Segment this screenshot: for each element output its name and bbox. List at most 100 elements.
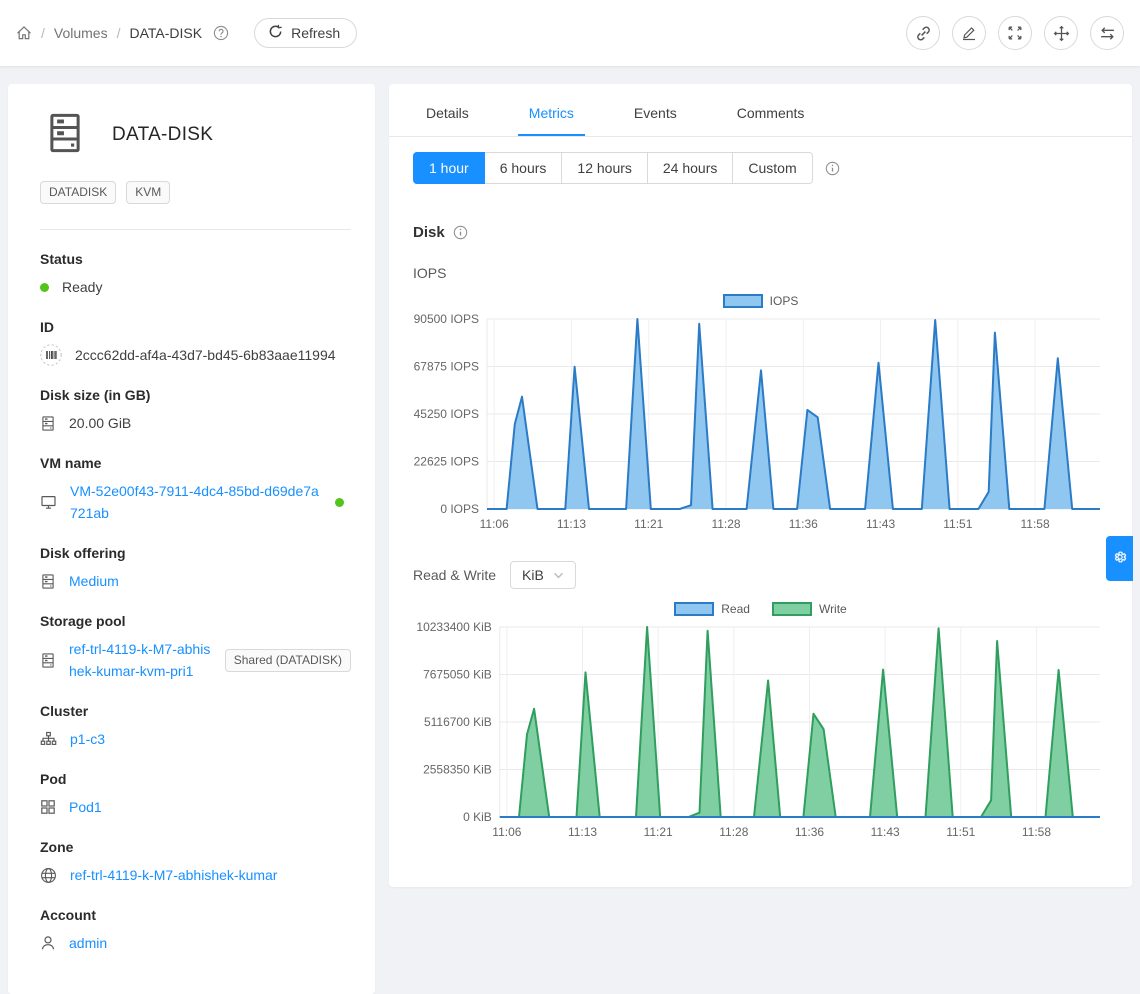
svg-text:0 KiB: 0 KiB	[463, 810, 492, 824]
grid-icon	[40, 799, 56, 815]
swap-icon	[1099, 25, 1116, 42]
info-section-zone: Zoneref-trl-4119-k-M7-abhishek-kumar	[40, 839, 351, 886]
time-range-24-hours[interactable]: 24 hours	[647, 152, 733, 184]
svg-text:11:13: 11:13	[568, 825, 597, 839]
time-range-1-hour[interactable]: 1 hour	[413, 152, 485, 184]
tab-details[interactable]: Details	[415, 90, 480, 136]
swap-action-button[interactable]	[1090, 16, 1124, 50]
legend-label: Read	[721, 602, 750, 616]
svg-text:67875 IOPS: 67875 IOPS	[414, 360, 479, 374]
charts-container: IOPSIOPS0 IOPS22625 IOPS45250 IOPS67875 …	[413, 265, 1108, 845]
svg-text:45250 IOPS: 45250 IOPS	[414, 407, 479, 421]
database-icon	[40, 652, 56, 669]
info-section-cluster: Clusterp1-c3	[40, 703, 351, 750]
account-value[interactable]: admin	[69, 932, 107, 954]
question-circle-icon[interactable]	[213, 25, 229, 41]
read-write-chart: 0 KiB2558350 KiB5116700 KiB7675050 KiB10…	[413, 621, 1108, 845]
info-value-row: VM-52e00f43-7911-4dc4-85bd-d69de7a721ab	[40, 480, 351, 524]
read-write-chart-header: Read & WriteKiB	[413, 561, 1108, 589]
legend-item-read[interactable]: Read	[674, 602, 750, 616]
status-value: Ready	[62, 276, 102, 298]
refresh-button[interactable]: Refresh	[254, 18, 357, 48]
breadcrumb-separator: /	[117, 25, 121, 41]
info-value-row: admin	[40, 932, 351, 954]
disk-offering-value[interactable]: Medium	[69, 570, 119, 592]
info-label: Disk offering	[40, 545, 351, 561]
vm-name-value[interactable]: VM-52e00f43-7911-4dc4-85bd-d69de7a721ab	[70, 480, 322, 524]
unit-select[interactable]: KiB	[510, 561, 576, 589]
gear-icon	[1112, 549, 1128, 568]
database-icon	[40, 573, 56, 590]
legend-swatch	[674, 602, 714, 616]
read-write-legend: Read Write	[413, 602, 1108, 616]
svg-text:11:21: 11:21	[634, 517, 663, 531]
zone-value[interactable]: ref-trl-4119-k-M7-abhishek-kumar	[70, 864, 277, 886]
detail-panel: Details Metrics Events Comments 1 hour6 hou…	[389, 84, 1132, 887]
refresh-label: Refresh	[291, 25, 340, 41]
volume-title-row: DATA-DISK	[40, 110, 351, 159]
legend-item-write[interactable]: Write	[772, 602, 847, 616]
info-section-account: Accountadmin	[40, 907, 351, 954]
storage-pool-scope-tag: Shared (DATADISK)	[225, 649, 351, 672]
pod-value[interactable]: Pod1	[69, 796, 102, 818]
read-write-chart-block: Read & WriteKiB Read Write 0 KiB2558350 KiB…	[413, 561, 1108, 845]
globe-icon	[40, 867, 57, 884]
cluster-value[interactable]: p1-c3	[70, 728, 105, 750]
info-label: Disk size (in GB)	[40, 387, 351, 403]
info-circle-icon[interactable]	[453, 225, 468, 240]
volume-actions	[906, 16, 1124, 50]
time-range-12-hours[interactable]: 12 hours	[561, 152, 647, 184]
vm-status-dot	[335, 498, 344, 507]
tab-metrics[interactable]: Metrics	[518, 90, 585, 136]
tab-events[interactable]: Events	[623, 90, 688, 136]
svg-text:22625 IOPS: 22625 IOPS	[414, 455, 479, 469]
time-range-6-hours[interactable]: 6 hours	[484, 152, 563, 184]
expand-action-button[interactable]	[998, 16, 1032, 50]
info-section-id: ID2ccc62dd-af4a-43d7-bd45-6b83aae11994	[40, 319, 351, 366]
time-range-control: 1 hour6 hours12 hours24 hoursCustom	[413, 152, 1108, 184]
chevron-down-icon	[553, 570, 564, 581]
expand-icon	[1007, 25, 1023, 41]
move-action-button[interactable]	[1044, 16, 1078, 50]
legend-item-iops[interactable]: IOPS	[723, 294, 799, 308]
svg-text:11:43: 11:43	[866, 517, 895, 531]
tab-bar: Details Metrics Events Comments	[389, 84, 1132, 137]
storage-pool-value[interactable]: ref-trl-4119-k-M7-abhishek-kumar-kvm-pri…	[69, 638, 211, 682]
iops-chart-block: IOPSIOPS0 IOPS22625 IOPS45250 IOPS67875 …	[413, 265, 1108, 537]
page-title: DATA-DISK	[112, 124, 213, 146]
settings-flyout-button[interactable]	[1106, 536, 1133, 581]
time-range-custom[interactable]: Custom	[732, 152, 812, 184]
breadcrumb-current: DATA-DISK	[129, 25, 202, 41]
legend-swatch	[723, 294, 763, 308]
info-section-vm-name: VM nameVM-52e00f43-7911-4dc4-85bd-d69de7…	[40, 455, 351, 524]
disk-size-value: 20.00 GiB	[69, 412, 131, 434]
desktop-icon	[40, 494, 57, 510]
edit-icon	[961, 25, 977, 41]
cluster-icon	[40, 731, 57, 748]
tab-comments[interactable]: Comments	[726, 90, 816, 136]
svg-text:11:43: 11:43	[871, 825, 900, 839]
page-body: DATA-DISK DATADISKKVM StatusReadyID2ccc6…	[0, 66, 1140, 994]
volume-summary-card: DATA-DISK DATADISKKVM StatusReadyID2ccc6…	[8, 84, 375, 994]
link-action-button[interactable]	[906, 16, 940, 50]
iops-chart: 0 IOPS22625 IOPS45250 IOPS67875 IOPS9050…	[413, 313, 1108, 537]
breadcrumb-separator: /	[41, 25, 45, 41]
legend-swatch	[772, 602, 812, 616]
svg-text:11:58: 11:58	[1022, 825, 1051, 839]
edit-action-button[interactable]	[952, 16, 986, 50]
volume-tags: DATADISKKVM	[40, 181, 351, 204]
breadcrumb-volumes[interactable]: Volumes	[54, 25, 108, 41]
svg-text:11:36: 11:36	[795, 825, 824, 839]
iops-chart-header: IOPS	[413, 265, 1108, 281]
info-circle-icon[interactable]	[825, 161, 840, 176]
svg-text:11:51: 11:51	[946, 825, 975, 839]
home-icon[interactable]	[16, 25, 32, 41]
info-value-row: Ready	[40, 276, 351, 298]
refresh-icon	[268, 24, 283, 42]
top-bar: / Volumes / DATA-DISK Refresh	[0, 0, 1140, 66]
info-label: ID	[40, 319, 351, 335]
time-range-buttons: 1 hour6 hours12 hours24 hoursCustom	[413, 152, 813, 184]
status-dot	[40, 283, 49, 292]
link-icon	[915, 25, 932, 42]
svg-text:11:28: 11:28	[719, 825, 748, 839]
